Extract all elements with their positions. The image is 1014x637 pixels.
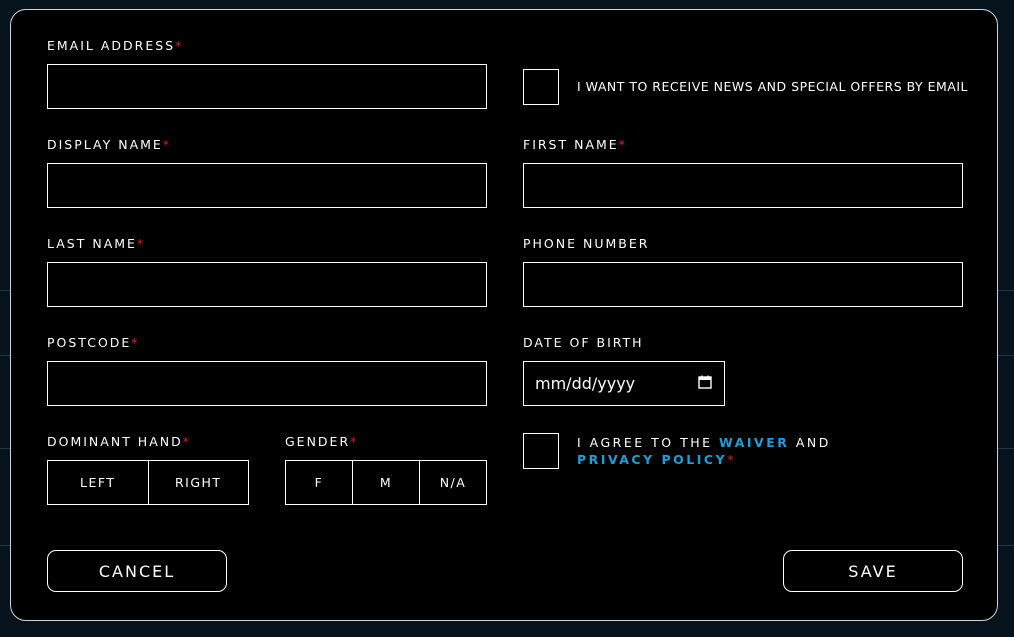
required-marker: *: [136, 236, 146, 251]
phone-input[interactable]: [523, 262, 963, 307]
required-marker: *: [618, 137, 627, 152]
required-marker: *: [350, 434, 359, 449]
first-name-label: FIRST NAME*: [523, 137, 627, 152]
cancel-button[interactable]: CANCEL: [47, 550, 227, 592]
waiver-link[interactable]: WAIVER: [719, 435, 789, 450]
hand-option-left[interactable]: LEFT: [48, 461, 148, 504]
last-name-input[interactable]: [47, 262, 487, 307]
background-line: [998, 448, 1014, 449]
required-marker: *: [727, 452, 736, 467]
dob-placeholder: mm/dd/yyyy: [535, 374, 636, 393]
required-marker: *: [182, 434, 191, 449]
email-label: EMAIL ADDRESS*: [47, 38, 184, 53]
required-marker: *: [131, 335, 140, 350]
postcode-label: POSTCODE*: [47, 335, 140, 350]
background-line: [0, 448, 10, 449]
gender-option-f[interactable]: F: [286, 461, 352, 504]
postcode-input[interactable]: [47, 361, 487, 406]
gender-option-na[interactable]: N/A: [419, 461, 486, 504]
first-name-input[interactable]: [523, 163, 963, 208]
save-button[interactable]: SAVE: [783, 550, 963, 592]
calendar-icon[interactable]: [698, 374, 712, 393]
dominant-hand-label: DOMINANT HAND*: [47, 434, 191, 449]
background-line: [0, 355, 10, 356]
background-line: [998, 290, 1014, 291]
newsletter-checkbox[interactable]: [523, 69, 559, 105]
hand-option-right[interactable]: RIGHT: [147, 461, 249, 504]
gender-option-m[interactable]: M: [352, 461, 419, 504]
background-line: [998, 545, 1014, 546]
agree-label: I AGREE TO THE WAIVER AND PRIVACY POLICY…: [577, 435, 831, 467]
last-name-label: LAST NAME*: [47, 236, 146, 251]
background-line: [998, 355, 1014, 356]
background-line: [0, 545, 10, 546]
dob-input[interactable]: mm/dd/yyyy: [523, 361, 725, 406]
phone-label: PHONE NUMBER: [523, 236, 650, 251]
gender-selector: F M N/A: [285, 460, 487, 505]
email-input[interactable]: [47, 64, 487, 109]
registration-form-panel: EMAIL ADDRESS* I WANT TO RECEIVE NEWS AN…: [10, 9, 998, 621]
agree-checkbox[interactable]: [523, 433, 559, 469]
dominant-hand-selector: LEFT RIGHT: [47, 460, 249, 505]
display-name-label: DISPLAY NAME*: [47, 137, 172, 152]
required-marker: *: [175, 38, 184, 53]
newsletter-label: I WANT TO RECEIVE NEWS AND SPECIAL OFFER…: [577, 79, 968, 94]
privacy-policy-link[interactable]: PRIVACY POLICY: [577, 452, 727, 467]
display-name-input[interactable]: [47, 163, 487, 208]
dob-label: DATE OF BIRTH: [523, 335, 644, 350]
background-line: [0, 290, 10, 291]
required-marker: *: [162, 137, 172, 152]
gender-label: GENDER*: [285, 434, 359, 449]
